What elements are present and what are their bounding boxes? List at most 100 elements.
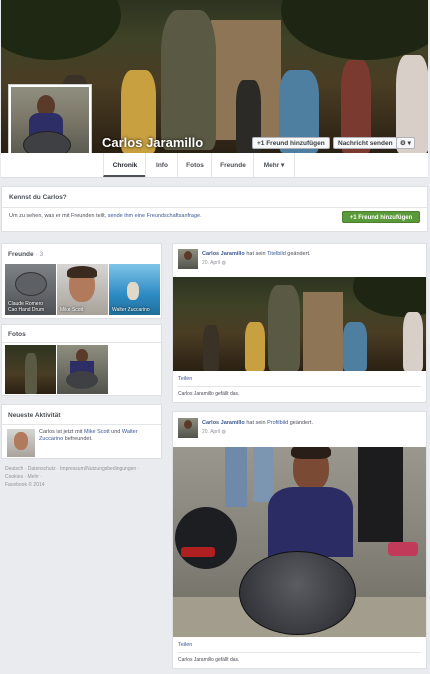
post-object-link[interactable]: Titelbild xyxy=(267,251,286,257)
post-date[interactable]: 20. April ◍ xyxy=(202,429,226,435)
avatar-head xyxy=(184,420,192,429)
post-image[interactable] xyxy=(173,447,426,637)
friends-title[interactable]: Freunde · 3 xyxy=(8,251,43,258)
cover-foliage xyxy=(1,0,121,60)
thumb-drum xyxy=(66,371,98,389)
cover-foliage xyxy=(281,0,428,60)
add-friend-label: +1 Freund hinzufügen xyxy=(257,140,325,147)
tab-freunde[interactable]: Freunde xyxy=(211,153,254,177)
post-author-link[interactable]: Carlos Jaramillo xyxy=(202,251,245,257)
friend-name: Mike Scott xyxy=(60,307,84,313)
image-person xyxy=(203,325,219,371)
footer-links[interactable]: Deutsch · Datenschutz · Impressum/Nutzun… xyxy=(5,465,139,473)
image-person xyxy=(343,322,367,371)
tab-info[interactable]: Info xyxy=(145,153,178,177)
post-likes[interactable]: Carlos Jaramillo gefällt das. xyxy=(178,657,239,663)
send-message-button[interactable]: Nachricht senden xyxy=(333,137,398,149)
activity-friend-link[interactable]: Mike Scott xyxy=(84,429,110,435)
image-drum-bag xyxy=(175,507,237,569)
image-sneaker xyxy=(388,542,418,556)
image-bag-label xyxy=(181,547,215,557)
profile-tabs: Chronik Info Fotos Freunde Mehr ▾ xyxy=(1,153,428,178)
footer: Deutsch · Datenschutz · Impressum/Nutzun… xyxy=(5,465,139,489)
settings-gear-button[interactable]: ⚙ ▾ xyxy=(396,137,415,149)
footer-links[interactable]: Cookies · Mehr · xyxy=(5,473,139,481)
tab-fotos[interactable]: Fotos xyxy=(177,153,212,177)
post-date-text: 20. April xyxy=(202,260,221,266)
footer-copyright: Facebook © 2014 xyxy=(5,482,45,488)
post-header: Carlos Jaramillo hat sein Titelbild geän… xyxy=(202,251,311,257)
friends-card: Freunde · 3 Claude Romero Cao Hand Drum … xyxy=(1,243,162,319)
photos-card: Fotos xyxy=(1,324,162,396)
drum-image xyxy=(15,272,47,296)
add-friend-button[interactable]: +1 Freund hinzufügen xyxy=(252,137,330,149)
friend-thumb[interactable]: Walter Zuccarino xyxy=(109,264,160,315)
image-jeans xyxy=(253,447,273,502)
photos-title[interactable]: Fotos xyxy=(8,331,26,338)
post-verb: geändert. xyxy=(285,251,311,257)
post-object-link[interactable]: Profilbild xyxy=(267,420,288,426)
add-friend-green-button[interactable]: +1 Freund hinzufügen xyxy=(342,211,420,223)
tab-chronik[interactable]: Chronik xyxy=(103,153,146,177)
post-card: Carlos Jaramillo hat sein Profilbild geä… xyxy=(172,411,427,669)
recent-activity-card: Neueste Aktivität Carlos ist jetzt mit M… xyxy=(1,404,162,459)
activity-post: befreundet. xyxy=(63,436,93,442)
image-foliage xyxy=(353,277,426,317)
friend-thumb[interactable]: Mike Scott xyxy=(57,264,108,315)
cover-person xyxy=(161,10,216,150)
post-likes[interactable]: Carlos Jaramillo gefällt das. xyxy=(178,391,239,397)
friend-request-link[interactable]: sende ihm eine Freundschaftsanfrage. xyxy=(108,213,202,219)
know-text: Um zu sehen, was er mit Freunden teilt, … xyxy=(9,213,202,219)
share-link[interactable]: Teilen xyxy=(178,376,192,382)
post-action: hat sein xyxy=(244,251,268,257)
activity-and: und xyxy=(109,429,122,435)
activity-avatar[interactable] xyxy=(7,429,35,457)
divider xyxy=(178,386,421,387)
activity-pre: Carlos ist jetzt mit xyxy=(39,429,84,435)
send-message-label: Nachricht senden xyxy=(338,140,393,147)
post-card: Carlos Jaramillo hat sein Titelbild geän… xyxy=(172,243,427,403)
post-action: hat sein xyxy=(244,420,268,426)
post-avatar[interactable] xyxy=(178,418,198,438)
image-person xyxy=(245,322,265,371)
post-header: Carlos Jaramillo hat sein Profilbild geä… xyxy=(202,420,313,426)
image-person xyxy=(268,285,300,371)
divider xyxy=(2,207,427,208)
globe-icon: ◍ xyxy=(221,260,226,266)
friends-title-label: Freunde xyxy=(8,251,34,258)
image-jeans xyxy=(225,447,247,507)
gear-icon: ⚙ ▾ xyxy=(400,140,411,147)
friend-thumb[interactable]: Claude Romero Cao Hand Drum xyxy=(5,264,56,315)
post-author-link[interactable]: Carlos Jaramillo xyxy=(202,420,245,426)
know-title: Kennst du Carlos? xyxy=(9,194,67,201)
hang-drum xyxy=(239,551,356,635)
divider xyxy=(2,342,161,343)
globe-icon: ◍ xyxy=(221,429,226,435)
image-legs xyxy=(358,447,403,542)
post-verb: geändert. xyxy=(288,420,313,426)
share-link[interactable]: Teilen xyxy=(178,642,192,648)
image-shirt xyxy=(268,487,353,557)
friend-name: Claude Romero Cao Hand Drum xyxy=(8,301,45,313)
divider xyxy=(2,424,161,425)
tab-mehr[interactable]: Mehr ▾ xyxy=(253,153,295,177)
image-building xyxy=(303,292,343,371)
post-date[interactable]: 20. April ◍ xyxy=(202,260,226,266)
post-image[interactable] xyxy=(173,277,426,371)
photo-thumb[interactable] xyxy=(5,345,56,394)
figure-image xyxy=(127,282,139,300)
divider xyxy=(178,652,421,653)
know-person-card: Kennst du Carlos? Um zu sehen, was er mi… xyxy=(1,186,428,232)
activity-text: Carlos ist jetzt mit Mike Scott und Walt… xyxy=(39,429,157,443)
friends-count: 3 xyxy=(39,251,44,258)
face-image xyxy=(14,432,28,450)
image-hair xyxy=(291,447,331,459)
post-date-text: 20. April xyxy=(202,429,221,435)
post-avatar[interactable] xyxy=(178,249,198,269)
hair-image xyxy=(67,266,97,278)
profile-name: Carlos Jaramillo xyxy=(102,135,204,150)
know-text-main: Um zu sehen, was er mit Freunden teilt, xyxy=(9,213,107,219)
photo-thumb[interactable] xyxy=(57,345,108,394)
thumb-figure xyxy=(25,353,37,394)
avatar-head xyxy=(184,251,192,260)
